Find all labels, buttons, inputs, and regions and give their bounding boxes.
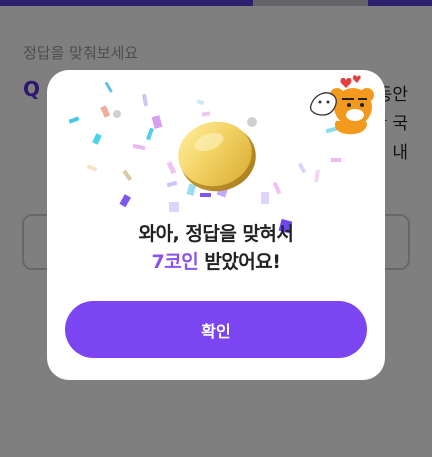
reward-amount-message: 7코인 받았어요!	[47, 247, 385, 274]
confirm-button[interactable]: 확인	[65, 301, 367, 358]
ryan-character-icon	[309, 75, 374, 135]
reward-modal: 와아, 정답을 맞혀서 7코인 받았어요! 확인	[47, 70, 385, 380]
reward-message-suffix: 받았어요!	[198, 251, 281, 273]
reward-message: 와아, 정답을 맞혀서	[138, 223, 294, 245]
coin-amount: 7코인	[151, 251, 199, 273]
gold-coin-icon	[178, 121, 256, 192]
